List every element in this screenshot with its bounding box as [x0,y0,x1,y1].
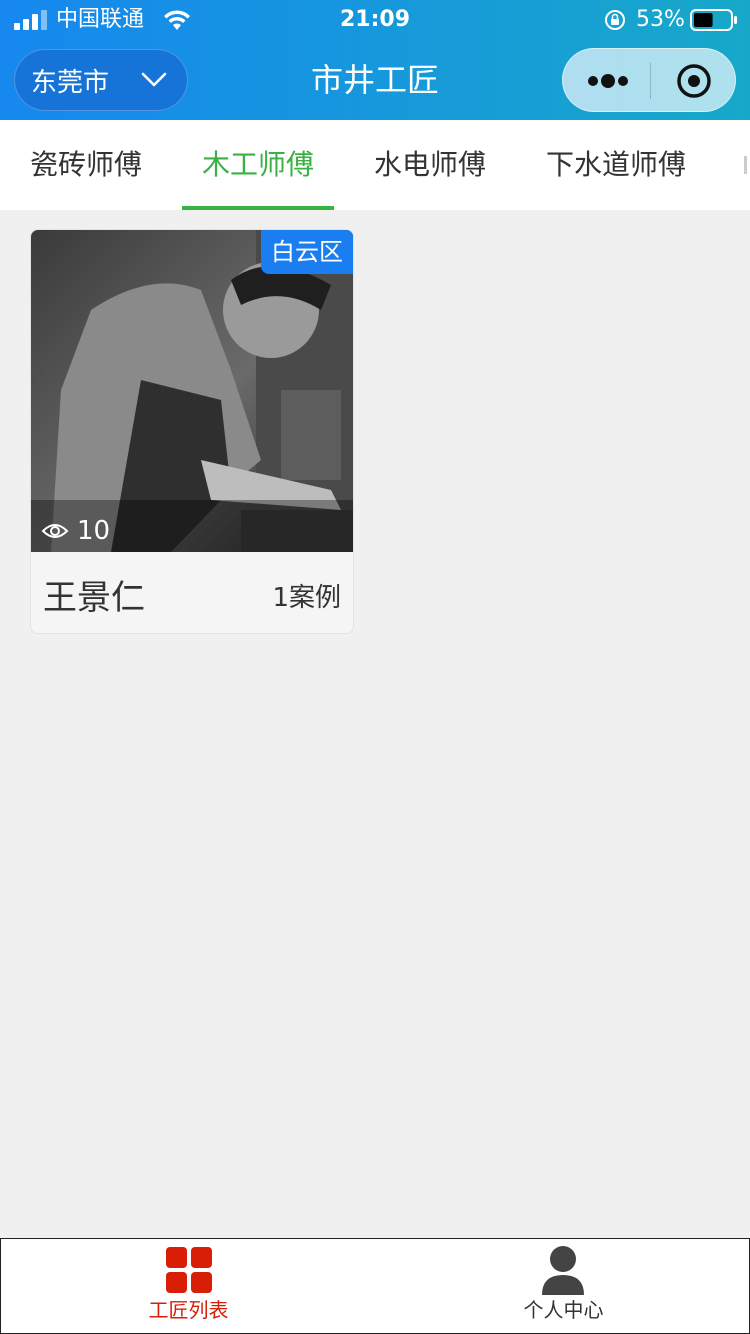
view-count: 10 [41,516,110,546]
grid-icon [166,1247,212,1293]
craftsman-card[interactable]: 白云区 10 王景仁 1案例 [30,229,354,634]
nav-label: 工匠列表 [148,1298,229,1322]
view-count-value: 10 [77,516,111,546]
craftsman-name: 王景仁 [43,578,145,618]
eye-icon [41,524,69,538]
close-button[interactable] [651,49,737,113]
more-button[interactable] [563,49,650,113]
chevron-down-icon [141,72,167,87]
rotation-lock-icon [605,10,625,30]
person-icon [542,1246,584,1295]
city-selector[interactable]: 东莞市 [14,49,188,111]
battery-percent: 53% [636,7,685,32]
tab-overflow-hint [744,156,750,174]
active-tab-indicator [182,206,334,210]
nav-personal-center[interactable]: 个人中心 [376,1239,750,1333]
target-circle-icon [677,64,711,98]
mini-program-capsule [562,48,736,112]
category-tabs: 瓷砖师傅 木工师傅 水电师傅 下水道师傅 [0,120,750,210]
bottom-nav: 工匠列表 个人中心 [0,1238,750,1334]
tab-carpenter[interactable]: 木工师傅 [182,120,334,210]
city-label: 东莞市 [31,67,110,98]
battery-icon [690,9,737,31]
case-count: 1案例 [272,583,341,613]
header-bar: 中国联通 21:09 53% 东莞市 市井工匠 [0,0,750,120]
nav-craftsman-list[interactable]: 工匠列表 [1,1239,376,1333]
tab-drain-master[interactable]: 下水道师傅 [536,120,696,210]
more-dots-icon [588,74,628,88]
tab-tile-master[interactable]: 瓷砖师傅 [16,120,156,210]
status-bar: 中国联通 21:09 53% [0,0,750,40]
tab-plumber-electrician[interactable]: 水电师傅 [360,120,500,210]
nav-label: 个人中心 [523,1298,604,1322]
craftsman-photo [31,230,353,552]
district-badge: 白云区 [261,230,353,274]
